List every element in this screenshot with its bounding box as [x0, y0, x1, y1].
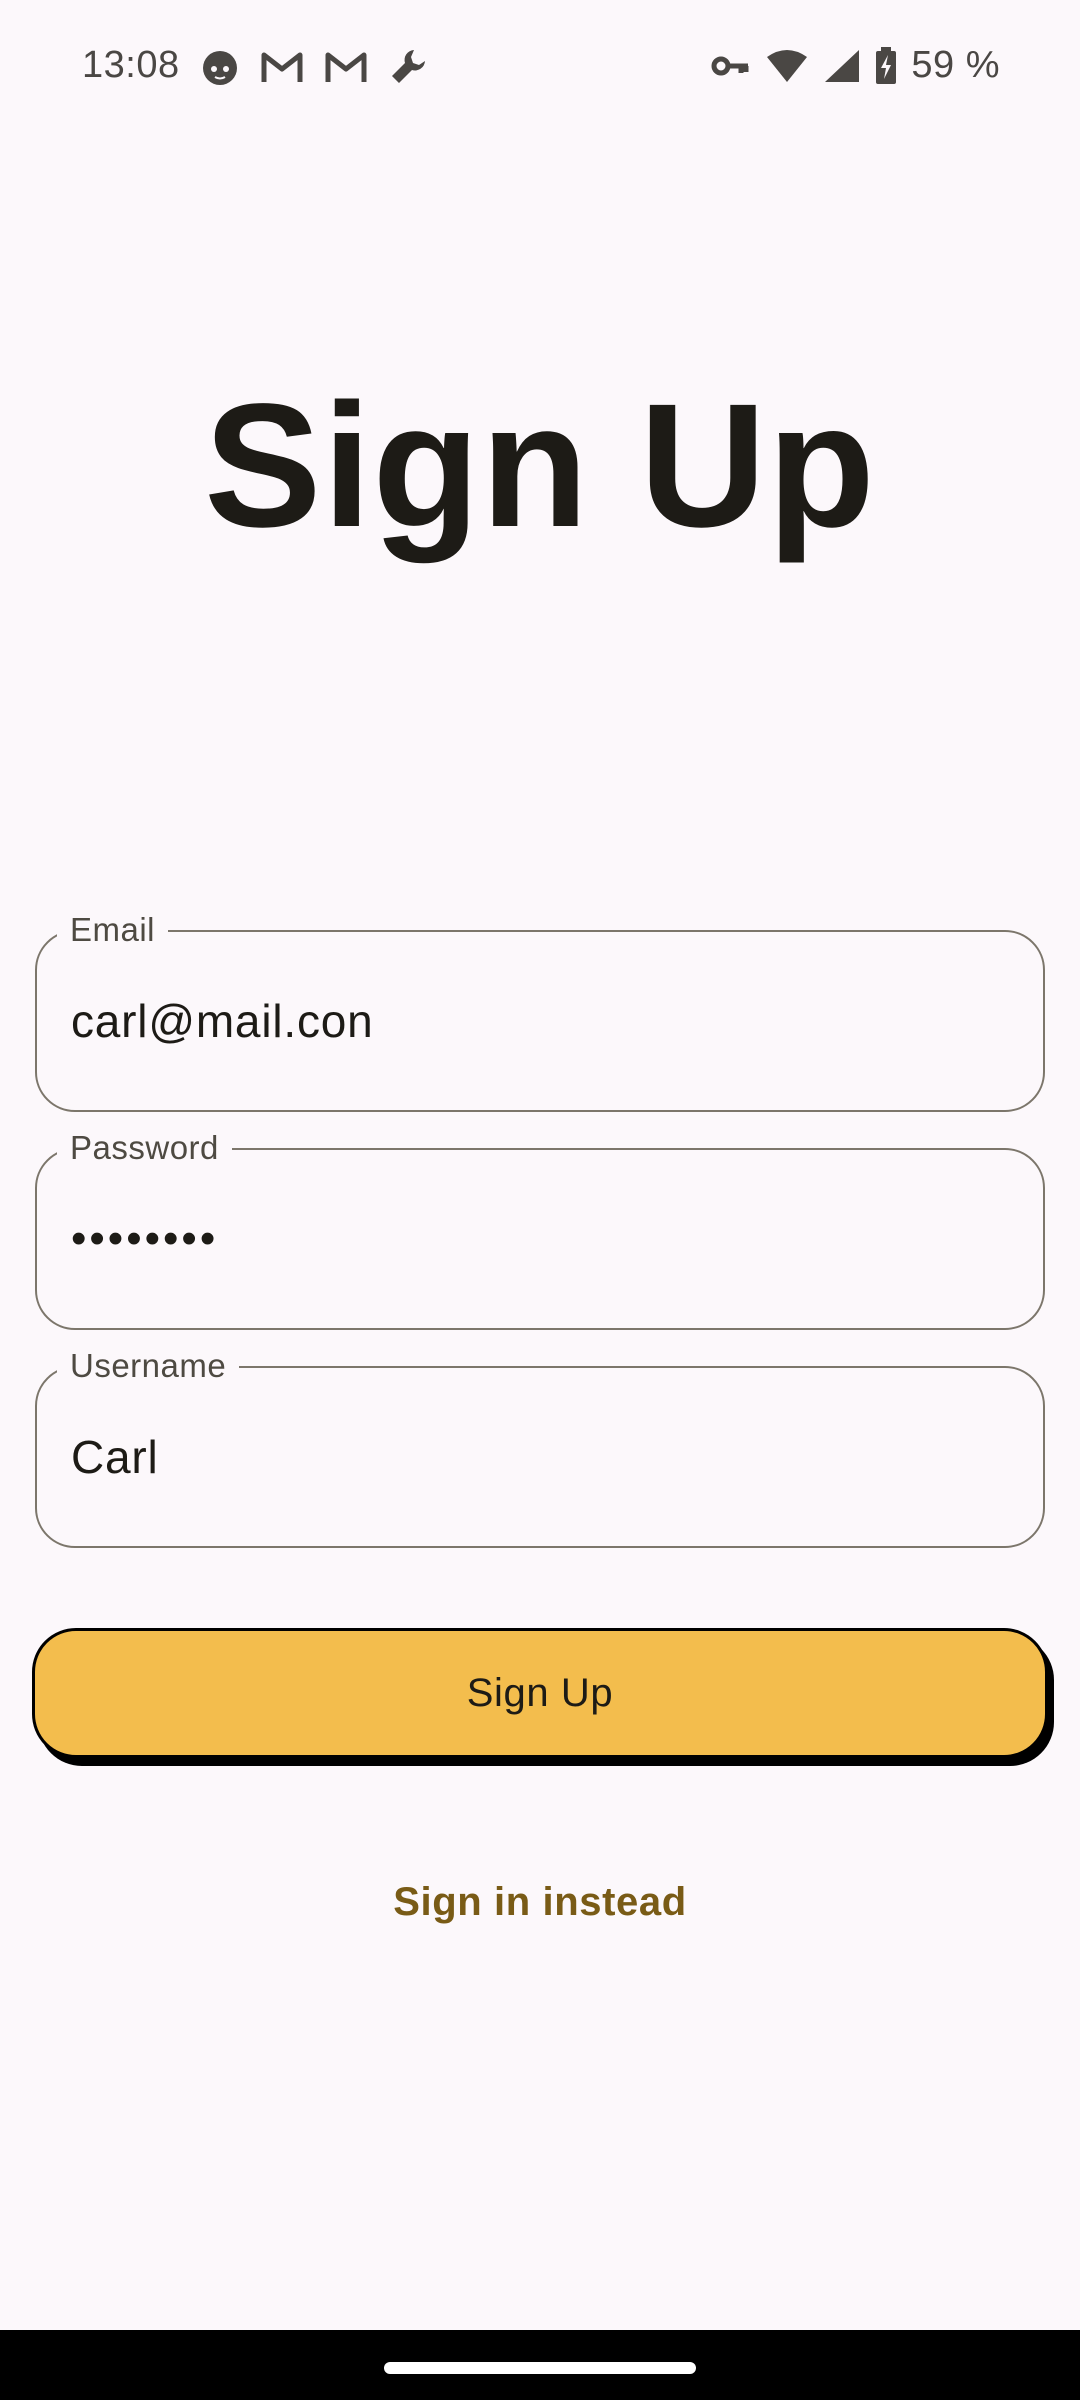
wrench-icon: [388, 46, 430, 88]
password-input[interactable]: ••••••••: [71, 1150, 1011, 1328]
status-time: 13:08: [82, 44, 180, 86]
page-title: Sign Up: [204, 368, 876, 564]
notification-icons: [200, 46, 430, 88]
system-status: 59 %: [711, 44, 1000, 87]
cell-signal-icon: [823, 48, 861, 84]
sign-in-instead-link[interactable]: Sign in instead: [0, 1880, 1080, 1925]
battery-percentage: 59 %: [911, 44, 1000, 86]
wifi-icon: [765, 48, 809, 84]
vpn-key-icon: [711, 51, 751, 81]
home-gesture-handle[interactable]: [384, 2362, 696, 2374]
cat-face-icon: [200, 47, 240, 87]
status-bar: 13:08 59 %: [0, 0, 1080, 136]
username-input[interactable]: Carl: [71, 1368, 1011, 1546]
username-field[interactable]: Username Carl: [35, 1344, 1045, 1548]
password-field[interactable]: Password ••••••••: [35, 1126, 1045, 1330]
email-input[interactable]: carl@mail.con: [71, 932, 1011, 1110]
battery-charging-icon: [875, 46, 897, 85]
gmail-icon: [324, 49, 368, 85]
email-field[interactable]: Email carl@mail.con: [35, 908, 1045, 1112]
navigation-bar: [0, 2330, 1080, 2400]
gmail-icon: [260, 49, 304, 85]
sign-up-button[interactable]: Sign Up: [32, 1628, 1048, 1758]
